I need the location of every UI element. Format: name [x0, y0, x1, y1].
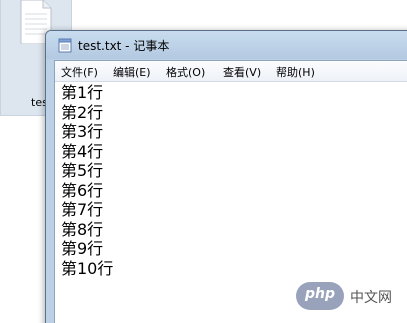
title-bar[interactable]: test.txt - 记事本: [46, 31, 407, 59]
editor-line: 第5行: [61, 161, 104, 180]
menu-format[interactable]: 格式(O): [166, 64, 205, 80]
editor-line: 第4行: [61, 142, 104, 161]
watermark-badge: php: [304, 286, 335, 302]
notepad-window: test.txt - 记事本 文件(F) 编辑(E) 格式(O) 查看(V) 帮…: [45, 30, 407, 323]
editor-line: 第7行: [61, 200, 104, 219]
editor-line: 第8行: [61, 220, 104, 239]
editor-line: 第1行: [61, 83, 104, 102]
php-logo: php: [296, 282, 344, 310]
editor-line: 第3行: [61, 122, 104, 141]
watermark-text: 中文网: [350, 290, 392, 306]
menu-help[interactable]: 帮助(H): [276, 64, 315, 80]
notepad-icon: [58, 38, 72, 53]
watermark: php 中文网: [296, 282, 400, 310]
menu-edit[interactable]: 编辑(E): [113, 64, 151, 80]
editor-line: 第2行: [61, 103, 104, 122]
menu-view[interactable]: 查看(V): [223, 64, 261, 80]
editor-line: 第10行: [61, 259, 114, 278]
editor-line: 第6行: [61, 181, 104, 200]
menu-file[interactable]: 文件(F): [61, 64, 98, 80]
desktop: tes test.txt - 记事本 文件(F) 编辑(E) 格式(O) 查看(…: [0, 0, 407, 323]
window-title: test.txt - 记事本: [78, 39, 170, 53]
menu-bar: 文件(F) 编辑(E) 格式(O) 查看(V) 帮助(H): [55, 61, 407, 82]
editor-line: 第9行: [61, 239, 104, 258]
